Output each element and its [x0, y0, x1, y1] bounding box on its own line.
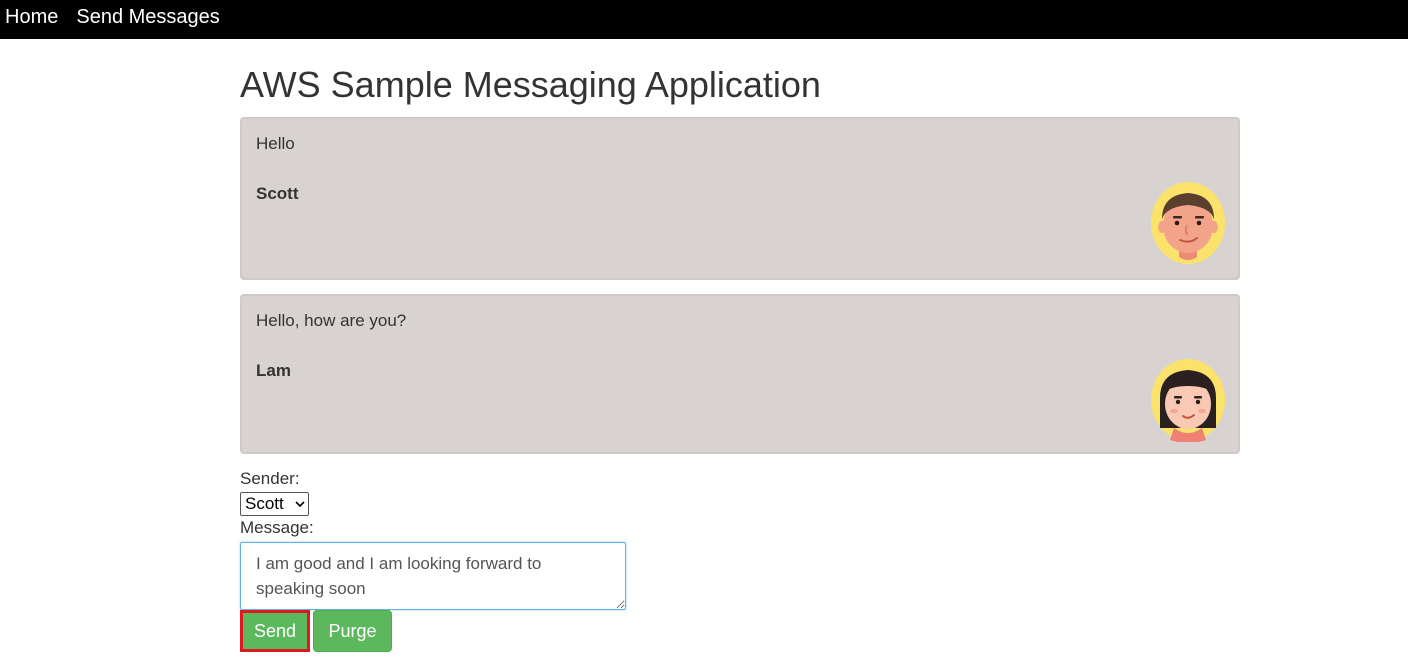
- male-avatar-icon: [1151, 182, 1225, 264]
- message-text: Hello, how are you?: [256, 311, 407, 330]
- page-title: AWS Sample Messaging Application: [240, 64, 821, 105]
- message-sender: Lam: [256, 361, 291, 380]
- nav-home-link[interactable]: Home: [5, 0, 58, 41]
- sender-select-value: Scott: [245, 494, 284, 513]
- top-navbar: Home Send Messages: [0, 0, 1408, 39]
- message-card: Hello Scott: [240, 117, 1240, 280]
- nav-send-messages-link[interactable]: Send Messages: [76, 0, 219, 41]
- message-input[interactable]: I am good and I am looking forward to sp…: [240, 542, 626, 610]
- female-avatar-icon: [1151, 359, 1225, 442]
- sender-label: Sender:: [240, 469, 300, 488]
- chevron-down-icon: [295, 501, 305, 508]
- message-label: Message:: [240, 518, 314, 537]
- purge-button[interactable]: Purge: [313, 610, 392, 652]
- message-sender: Scott: [256, 184, 299, 203]
- message-card: Hello, how are you? Lam: [240, 294, 1240, 454]
- message-text: Hello: [256, 134, 295, 153]
- send-button[interactable]: Send: [240, 610, 310, 652]
- sender-select[interactable]: Scott: [240, 492, 309, 516]
